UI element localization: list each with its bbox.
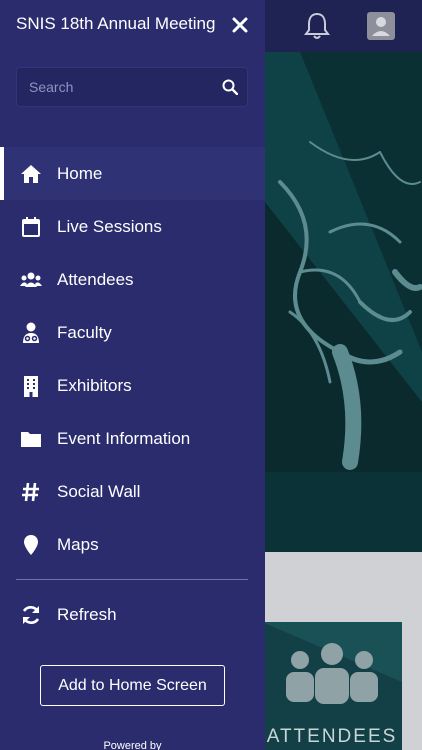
add-to-home-screen-button[interactable]: Add to Home Screen bbox=[40, 665, 225, 706]
menu-item-attendees[interactable]: Attendees bbox=[0, 253, 265, 306]
drawer-title: SNIS 18th Annual Meeting bbox=[16, 14, 216, 33]
menu-item-label: Faculty bbox=[57, 322, 112, 342]
avatar-icon[interactable] bbox=[367, 12, 395, 40]
hashtag-icon bbox=[20, 481, 42, 503]
menu-item-label: Home bbox=[57, 163, 103, 183]
calendar-icon bbox=[20, 216, 42, 238]
menu-item-exhibitors[interactable]: Exhibitors bbox=[0, 359, 265, 412]
refresh-button[interactable]: Refresh bbox=[0, 588, 265, 641]
map-pin-icon bbox=[20, 534, 42, 556]
drawer-menu: Home Live Sessions Attendees Faculty Exh… bbox=[0, 147, 265, 571]
menu-item-social-wall[interactable]: Social Wall bbox=[0, 465, 265, 518]
attendees-tile[interactable]: ATTENDEES bbox=[262, 622, 402, 750]
menu-item-live-sessions[interactable]: Live Sessions bbox=[0, 200, 265, 253]
menu-item-label: Attendees bbox=[57, 269, 134, 289]
refresh-label: Refresh bbox=[57, 604, 117, 624]
refresh-icon bbox=[20, 604, 42, 626]
menu-item-faculty[interactable]: Faculty bbox=[0, 306, 265, 359]
menu-item-label: Live Sessions bbox=[57, 216, 162, 236]
search-box bbox=[16, 67, 248, 107]
users-icon bbox=[20, 269, 42, 291]
faculty-icon bbox=[20, 322, 42, 344]
menu-item-label: Social Wall bbox=[57, 481, 141, 501]
menu-item-maps[interactable]: Maps bbox=[0, 518, 265, 571]
folder-icon bbox=[20, 428, 42, 450]
menu-item-label: Event Information bbox=[57, 428, 191, 448]
bell-icon[interactable] bbox=[302, 10, 332, 42]
search-icon[interactable] bbox=[222, 79, 239, 96]
close-icon[interactable] bbox=[229, 14, 251, 36]
building-icon bbox=[20, 375, 42, 397]
home-icon bbox=[20, 163, 42, 185]
navigation-drawer: SNIS 18th Annual Meeting Home Live Sessi… bbox=[0, 0, 265, 750]
search-input[interactable] bbox=[29, 68, 209, 106]
attendees-tile-label: ATTENDEES bbox=[266, 726, 398, 747]
menu-divider bbox=[16, 579, 248, 580]
menu-item-label: Exhibitors bbox=[57, 375, 132, 395]
powered-by-text: Powered by bbox=[103, 740, 162, 750]
menu-item-home[interactable]: Home bbox=[0, 147, 265, 200]
menu-item-event-information[interactable]: Event Information bbox=[0, 412, 265, 465]
menu-item-label: Maps bbox=[57, 534, 99, 554]
